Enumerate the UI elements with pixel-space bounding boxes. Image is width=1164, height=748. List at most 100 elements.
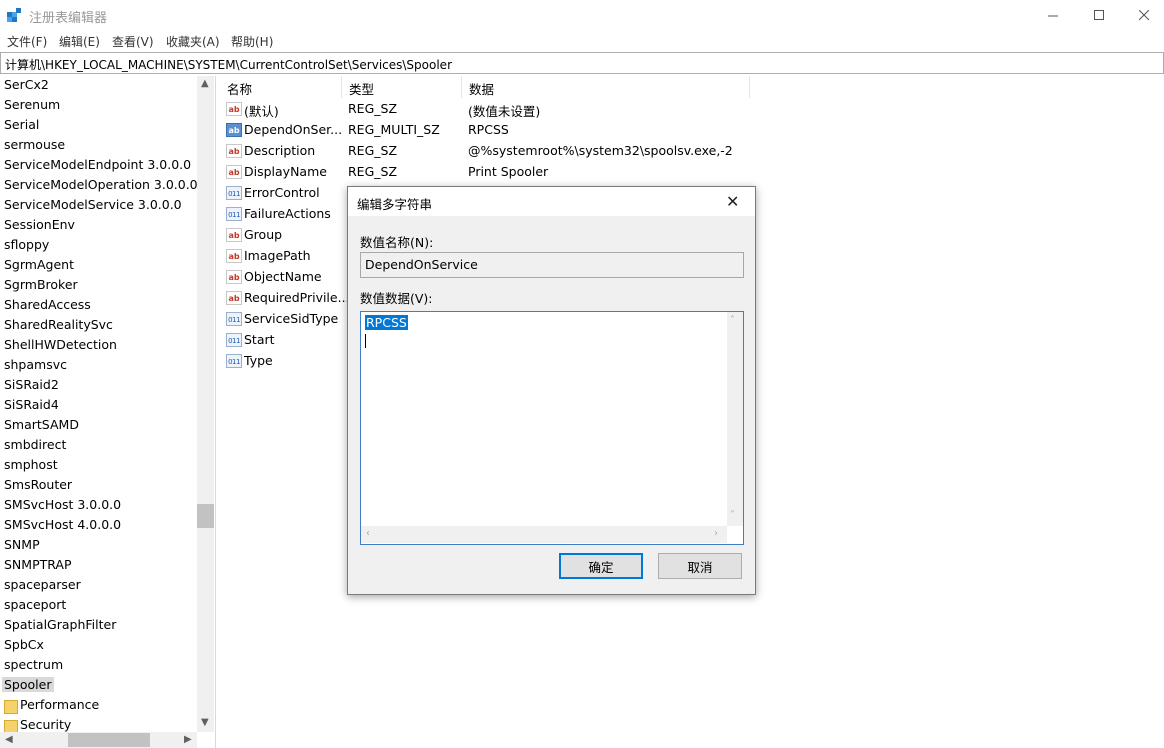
value-name: Group bbox=[244, 227, 283, 242]
scroll-right-icon[interactable]: ▶ bbox=[184, 734, 192, 745]
tree-item[interactable]: SMSvcHost 4.0.0.0 bbox=[4, 517, 121, 532]
value-name: DisplayName bbox=[244, 164, 327, 179]
tree-horizontal-scrollbar[interactable]: ◀ ▶ bbox=[0, 732, 197, 748]
maximize-icon bbox=[1093, 9, 1104, 20]
value-row[interactable]: ab (默认) REG_SZ (数值未设置) bbox=[220, 99, 840, 120]
tree-item[interactable]: SiSRaid4 bbox=[4, 397, 59, 412]
string-value-icon: ab bbox=[226, 270, 242, 284]
value-data-textarea[interactable]: RPCSS ˄ ˅ ‹ › bbox=[360, 311, 744, 545]
value-name: RequiredPrivile... bbox=[244, 290, 350, 305]
tree-item[interactable]: Serial bbox=[4, 117, 39, 132]
data-vertical-scrollbar[interactable]: ˄ ˅ bbox=[727, 312, 743, 526]
title-bar: 注册表编辑器 bbox=[0, 0, 1164, 30]
chevron-left-icon[interactable]: ‹ bbox=[366, 528, 370, 539]
chevron-up-icon[interactable]: ˄ bbox=[730, 315, 735, 326]
binary-value-icon: 011 bbox=[226, 207, 242, 221]
tree-subkey-item[interactable]: Security bbox=[20, 717, 71, 732]
tree-item[interactable]: shpamsvc bbox=[4, 357, 67, 372]
value-data: (数值未设置) bbox=[468, 104, 541, 119]
close-icon bbox=[1138, 9, 1149, 20]
column-type[interactable]: 类型 bbox=[342, 76, 462, 98]
dialog-title-bar: 编辑多字符串 ✕ bbox=[348, 187, 755, 216]
tree-item[interactable]: SgrmAgent bbox=[4, 257, 74, 272]
dialog-title: 编辑多字符串 bbox=[357, 197, 433, 212]
menu-bar: 文件(F) 编辑(E) 查看(V) 收藏夹(A) 帮助(H) bbox=[0, 30, 1164, 51]
tree-item[interactable]: SpatialGraphFilter bbox=[4, 617, 116, 632]
column-name[interactable]: 名称 bbox=[220, 76, 342, 98]
value-data: @%systemroot%\system32\spoolsv.exe,-2 bbox=[468, 143, 733, 158]
tree-item[interactable]: SmartSAMD bbox=[4, 417, 79, 432]
tree-item[interactable]: sermouse bbox=[4, 137, 65, 152]
address-path[interactable]: 计算机\HKEY_LOCAL_MACHINE\SYSTEM\CurrentCon… bbox=[5, 56, 452, 73]
menu-view[interactable]: 查看(V) bbox=[112, 33, 154, 50]
tree-item[interactable]: spaceport bbox=[4, 597, 66, 612]
tree-item[interactable]: ServiceModelService 3.0.0.0 bbox=[4, 197, 182, 212]
scroll-down-icon[interactable]: ▼ bbox=[201, 717, 209, 728]
tree-item[interactable]: smbdirect bbox=[4, 437, 66, 452]
ok-button[interactable]: 确定 bbox=[559, 553, 643, 579]
data-horizontal-scrollbar[interactable]: ‹ › bbox=[361, 526, 727, 543]
value-name: (默认) bbox=[244, 104, 279, 119]
tree-item[interactable]: spectrum bbox=[4, 657, 63, 672]
menu-file[interactable]: 文件(F) bbox=[7, 33, 47, 50]
maximize-button[interactable] bbox=[1076, 0, 1122, 30]
window-title: 注册表编辑器 bbox=[29, 11, 108, 26]
tree-item[interactable]: SpbCx bbox=[4, 637, 44, 652]
value-name-field[interactable]: DependOnService bbox=[360, 252, 744, 278]
tree-vertical-scrollbar[interactable]: ▲ ▼ bbox=[197, 76, 214, 732]
value-name-label: 数值名称(N): bbox=[360, 235, 434, 250]
string-value-icon: ab bbox=[226, 144, 242, 158]
value-row[interactable]: ab DependOnSer... REG_MULTI_SZ RPCSS bbox=[220, 120, 840, 141]
text-caret bbox=[365, 334, 366, 348]
value-data-text: RPCSS bbox=[365, 315, 408, 330]
menu-help[interactable]: 帮助(H) bbox=[231, 33, 273, 50]
tree-item[interactable]: Serenum bbox=[4, 97, 60, 112]
binary-value-icon: 011 bbox=[226, 312, 242, 326]
tree-hscroll-thumb[interactable] bbox=[68, 733, 150, 747]
tree-item[interactable]: SNMPTRAP bbox=[4, 557, 72, 572]
value-data: Print Spooler bbox=[468, 164, 549, 179]
tree-item[interactable]: spaceparser bbox=[4, 577, 81, 592]
value-row[interactable]: ab DisplayName REG_SZ Print Spooler bbox=[220, 162, 840, 183]
tree-item[interactable]: ShellHWDetection bbox=[4, 337, 117, 352]
tree-item[interactable]: SMSvcHost 3.0.0.0 bbox=[4, 497, 121, 512]
tree-item[interactable]: ServiceModelEndpoint 3.0.0.0 bbox=[4, 157, 191, 172]
close-button[interactable] bbox=[1121, 0, 1164, 30]
dialog-close-icon[interactable]: ✕ bbox=[726, 192, 739, 211]
value-type: REG_MULTI_SZ bbox=[348, 122, 440, 137]
value-row[interactable]: ab Description REG_SZ @%systemroot%\system3… bbox=[220, 141, 840, 162]
column-data[interactable]: 数据 bbox=[462, 76, 750, 98]
value-name-text: DependOnService bbox=[365, 257, 478, 272]
chevron-down-icon[interactable]: ˅ bbox=[730, 510, 735, 521]
cancel-button[interactable]: 取消 bbox=[658, 553, 742, 579]
tree-item[interactable]: SgrmBroker bbox=[4, 277, 78, 292]
binary-value-icon: 011 bbox=[226, 333, 242, 347]
string-value-icon: ab bbox=[226, 165, 242, 179]
tree-item[interactable]: ServiceModelOperation 3.0.0.0 bbox=[4, 177, 198, 192]
key-tree: SerCx2 Serenum Serial sermouse ServiceModelE… bbox=[0, 76, 216, 748]
tree-item[interactable]: SerCx2 bbox=[4, 77, 49, 92]
value-type: REG_SZ bbox=[348, 101, 398, 116]
tree-item[interactable]: SharedAccess bbox=[4, 297, 91, 312]
tree-item[interactable]: SmsRouter bbox=[4, 477, 72, 492]
value-type: REG_SZ bbox=[348, 143, 398, 158]
menu-edit[interactable]: 编辑(E) bbox=[59, 33, 100, 50]
tree-scroll-thumb[interactable] bbox=[197, 504, 214, 528]
menu-favorites[interactable]: 收藏夹(A) bbox=[166, 33, 220, 50]
minimize-button[interactable] bbox=[1030, 0, 1076, 30]
string-value-icon: ab bbox=[226, 249, 242, 263]
chevron-right-icon[interactable]: › bbox=[714, 528, 718, 539]
tree-item[interactable]: SharedRealitySvc bbox=[4, 317, 113, 332]
tree-item[interactable]: SessionEnv bbox=[4, 217, 75, 232]
edit-multi-string-dialog: 编辑多字符串 ✕ 数值名称(N): DependOnService 数值数据(V… bbox=[347, 186, 756, 595]
scroll-left-icon[interactable]: ◀ bbox=[5, 734, 13, 745]
address-bar[interactable]: 计算机\HKEY_LOCAL_MACHINE\SYSTEM\CurrentCon… bbox=[0, 52, 1164, 74]
tree-subkey-item[interactable]: Performance bbox=[20, 697, 99, 712]
tree-item[interactable]: SNMP bbox=[4, 537, 40, 552]
tree-item[interactable]: Spooler bbox=[2, 677, 55, 692]
tree-item[interactable]: smphost bbox=[4, 457, 58, 472]
scroll-up-icon[interactable]: ▲ bbox=[201, 78, 209, 89]
tree-item[interactable]: SiSRaid2 bbox=[4, 377, 59, 392]
minimize-icon bbox=[1047, 15, 1058, 16]
tree-item[interactable]: sfloppy bbox=[4, 237, 49, 252]
